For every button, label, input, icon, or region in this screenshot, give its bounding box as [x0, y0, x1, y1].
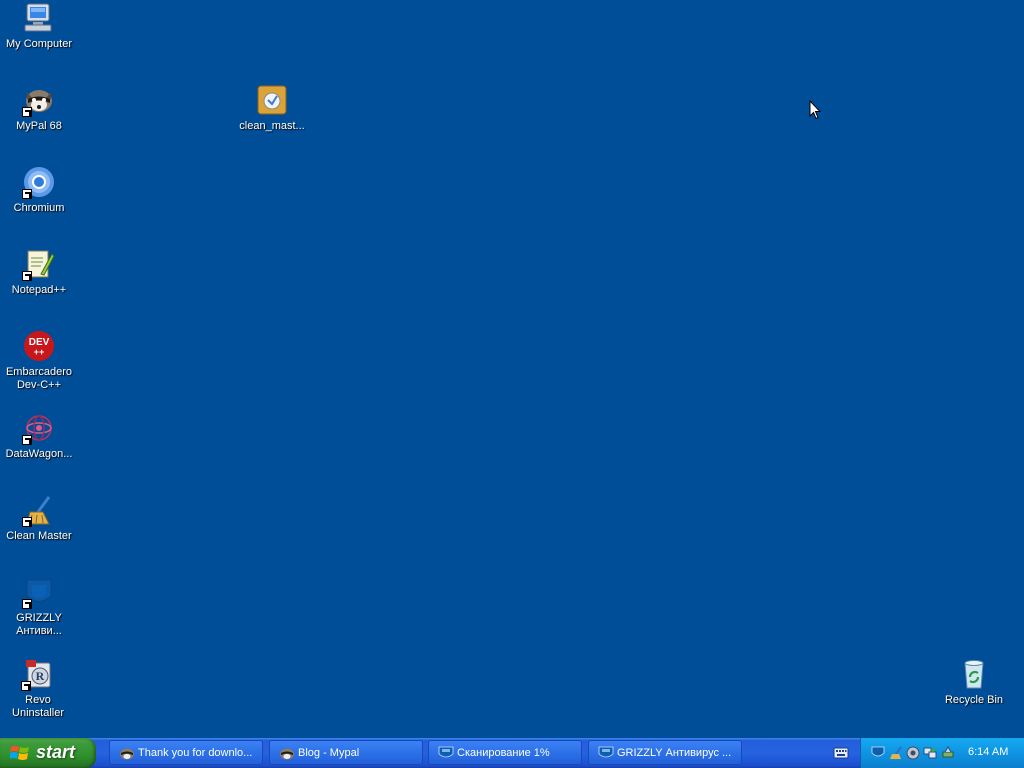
taskbar-button-label: GRIZZLY Антивирус ... [617, 747, 732, 759]
revo-uninstaller-icon: R [21, 658, 54, 691]
shortcut-arrow-icon [22, 107, 32, 117]
desktop-icon-notepadpp[interactable]: Notepad++ [1, 248, 77, 297]
desktop-icon-clean-master-installer[interactable]: clean_mast... [234, 84, 310, 133]
clean-master-tray-icon[interactable] [889, 746, 903, 760]
system-tray: 6:14 AM [860, 738, 1024, 768]
mypal-raccoon-icon [22, 84, 55, 117]
clean-master-broom-icon [22, 494, 55, 527]
desktop-icon-label: Embarcadero Dev-C++ [5, 366, 73, 391]
desktop-icon-label: MyPal 68 [16, 120, 62, 132]
desktop-icon-label: Notepad++ [11, 284, 67, 296]
grizzly-icon [22, 576, 55, 609]
shortcut-arrow-icon [22, 517, 32, 527]
notepadpp-icon [22, 248, 55, 281]
desktop-icon-label: Chromium [13, 202, 65, 214]
desktop-icon-grizzly[interactable]: GRIZZLY Антиви... [1, 576, 77, 638]
desktop-icon-devcpp[interactable]: DEV ++ Embarcadero Dev-C++ [1, 330, 77, 392]
desktop-icon-label: Recycle Bin [944, 694, 1004, 706]
desktop-icon-label: GRIZZLY Антиви... [16, 612, 62, 637]
installer-package-icon [256, 84, 288, 116]
windows-logo-icon [10, 746, 29, 760]
taskbar-button-scanning[interactable]: Сканирование 1% [428, 740, 582, 765]
mypal-raccoon-icon [120, 748, 134, 760]
datawagon-icon [22, 412, 55, 445]
desktop-icon-label: DataWagon... [5, 448, 73, 460]
my-computer-icon [23, 2, 55, 34]
shortcut-arrow-icon [22, 271, 32, 281]
taskbar-button-blog-mypal[interactable]: Blog - Mypal [269, 740, 423, 765]
desktop-icon-label: Revo Uninstaller [12, 694, 64, 719]
network-tray-icon[interactable] [923, 746, 937, 760]
clock[interactable]: 6:14 AM [968, 746, 1008, 758]
svg-text:++: ++ [34, 347, 45, 357]
keyboard-language-icon[interactable] [833, 746, 849, 760]
start-button[interactable]: start [0, 738, 96, 768]
taskbar-button-label: Сканирование 1% [457, 747, 550, 759]
desktop-icon-my-computer[interactable]: My Computer [1, 2, 77, 51]
desktop-icon-datawagon[interactable]: DataWagon... [1, 412, 77, 461]
safely-remove-tray-icon[interactable] [941, 746, 955, 760]
grizzly-icon [598, 746, 614, 758]
svg-text:R: R [36, 669, 45, 683]
shortcut-arrow-icon [22, 435, 32, 445]
desktop-icon-clean-master[interactable]: Clean Master [1, 494, 77, 543]
taskbar-button-label: Thank you for downlo... [138, 747, 253, 759]
desktop-icon-chromium[interactable]: Chromium [1, 166, 77, 215]
taskbar: start Thank you for downlo... Blog - Myp… [0, 738, 1024, 768]
taskbar-button-label: Blog - Mypal [298, 747, 360, 759]
chromium-icon [22, 166, 55, 199]
grizzly-tray-icon[interactable] [871, 746, 885, 760]
grizzly-icon [438, 746, 454, 758]
shortcut-arrow-icon [22, 189, 32, 199]
desktop-icon-recycle-bin[interactable]: Recycle Bin [936, 658, 1012, 707]
shortcut-arrow-icon [22, 599, 32, 609]
devcpp-icon: DEV ++ [23, 330, 55, 362]
start-label: start [36, 742, 76, 762]
desktop[interactable]: My Computer MyPal 68 Chromium Notepad++ … [0, 0, 1024, 738]
mouse-cursor-icon [809, 100, 821, 120]
volume-tray-icon[interactable] [906, 746, 920, 760]
desktop-icon-mypal[interactable]: MyPal 68 [1, 84, 77, 133]
taskbar-button-thank-you[interactable]: Thank you for downlo... [109, 740, 263, 765]
desktop-icon-label: Clean Master [6, 530, 72, 542]
mypal-raccoon-icon [280, 748, 294, 760]
recycle-bin-icon [958, 658, 990, 690]
desktop-icon-label: My Computer [5, 38, 73, 50]
desktop-icon-revo-uninstaller[interactable]: R Revo Uninstaller [0, 658, 76, 720]
desktop-icon-label: clean_mast... [239, 120, 305, 132]
taskbar-button-grizzly[interactable]: GRIZZLY Антивирус ... [588, 740, 742, 765]
shortcut-arrow-icon [21, 681, 31, 691]
